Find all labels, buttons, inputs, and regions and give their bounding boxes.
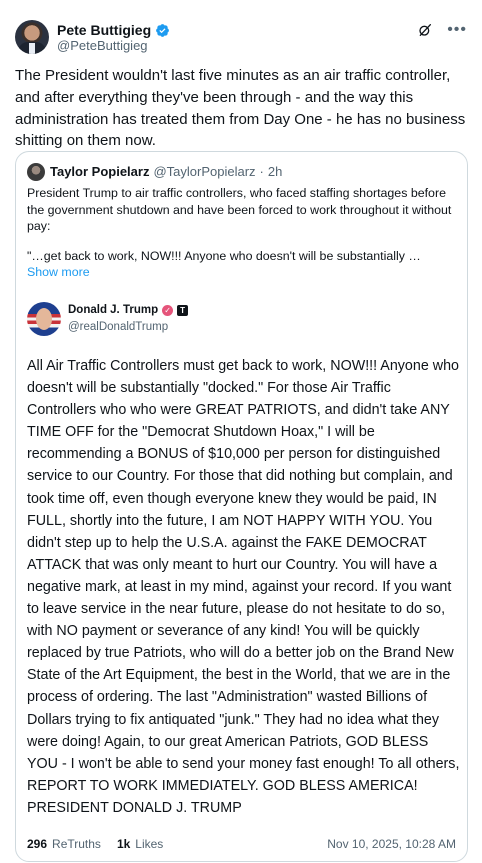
likes-count: 1k	[116, 837, 131, 851]
truth-author-row: Donald J. Trump ✓ T	[68, 304, 189, 316]
truth-stats: 296 ReTruths 1k Likes	[27, 837, 163, 851]
quote-timestamp[interactable]: 2h	[268, 164, 282, 179]
truth-social-logo-icon: T	[177, 304, 189, 316]
quote-author-avatar[interactable]	[27, 163, 45, 181]
author-name-row: Pete Buttigieg	[57, 22, 170, 38]
tweet-text: The President wouldn't last five minutes…	[15, 67, 466, 150]
quote-text-paragraph-1: President Trump to air traffic controlle…	[27, 186, 452, 233]
truth-author-name: Donald J. Trump	[68, 304, 159, 316]
more-icon[interactable]: •••	[447, 22, 467, 38]
grok-icon[interactable]	[417, 22, 433, 38]
quote-author-name[interactable]: Taylor Popielarz	[50, 164, 149, 179]
quote-text-paragraph-2: "…get back to work, NOW!!! Anyone who do…	[27, 248, 421, 263]
tweet: Pete Buttigieg @PeteButtigieg ••• The Pr…	[0, 0, 482, 863]
retruths-label: ReTruths	[52, 837, 101, 851]
likes-label: Likes	[135, 837, 164, 851]
author-handle[interactable]: @PeteButtigieg	[57, 38, 148, 53]
quote-text: President Trump to air traffic controlle…	[27, 185, 457, 277]
truth-verified-icon: ✓	[162, 304, 174, 316]
truth-author-avatar	[27, 302, 61, 336]
truth-author-handle: @realDonaldTrump	[68, 321, 169, 333]
quote-tweet-card[interactable]: Taylor Popielarz @TaylorPopielarz · 2h P…	[15, 151, 468, 862]
author-avatar[interactable]	[15, 20, 49, 54]
truth-post-text: All Air Traffic Controllers must get bac…	[27, 358, 460, 816]
show-more-link[interactable]: Show more	[27, 265, 90, 279]
author-name[interactable]: Pete Buttigieg	[57, 22, 151, 38]
quote-author-handle[interactable]: @TaylorPopielarz	[153, 164, 255, 179]
separator-dot: ·	[259, 164, 264, 179]
verified-badge-icon	[156, 23, 170, 37]
header-actions: •••	[417, 22, 467, 38]
truth-post-date: Nov 10, 2025, 10:28 AM	[327, 837, 456, 851]
retruths-count: 296	[27, 837, 48, 851]
quote-author-row: Taylor Popielarz @TaylorPopielarz · 2h	[50, 164, 282, 179]
